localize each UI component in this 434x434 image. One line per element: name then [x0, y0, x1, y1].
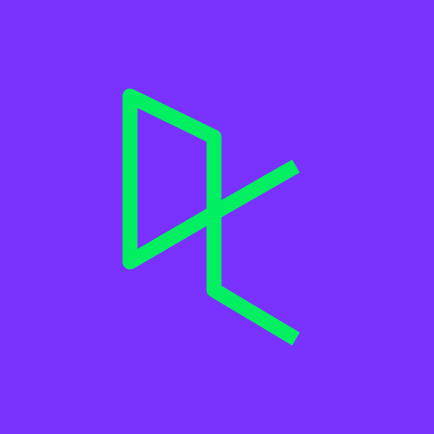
logo-upper-stroke: [122, 88, 222, 270]
logo-upper-arm: [210, 159, 300, 220]
datacamp-logo-icon: [122, 88, 300, 346]
logo-lower-stroke: [206, 213, 300, 346]
app-icon: [0, 0, 434, 434]
